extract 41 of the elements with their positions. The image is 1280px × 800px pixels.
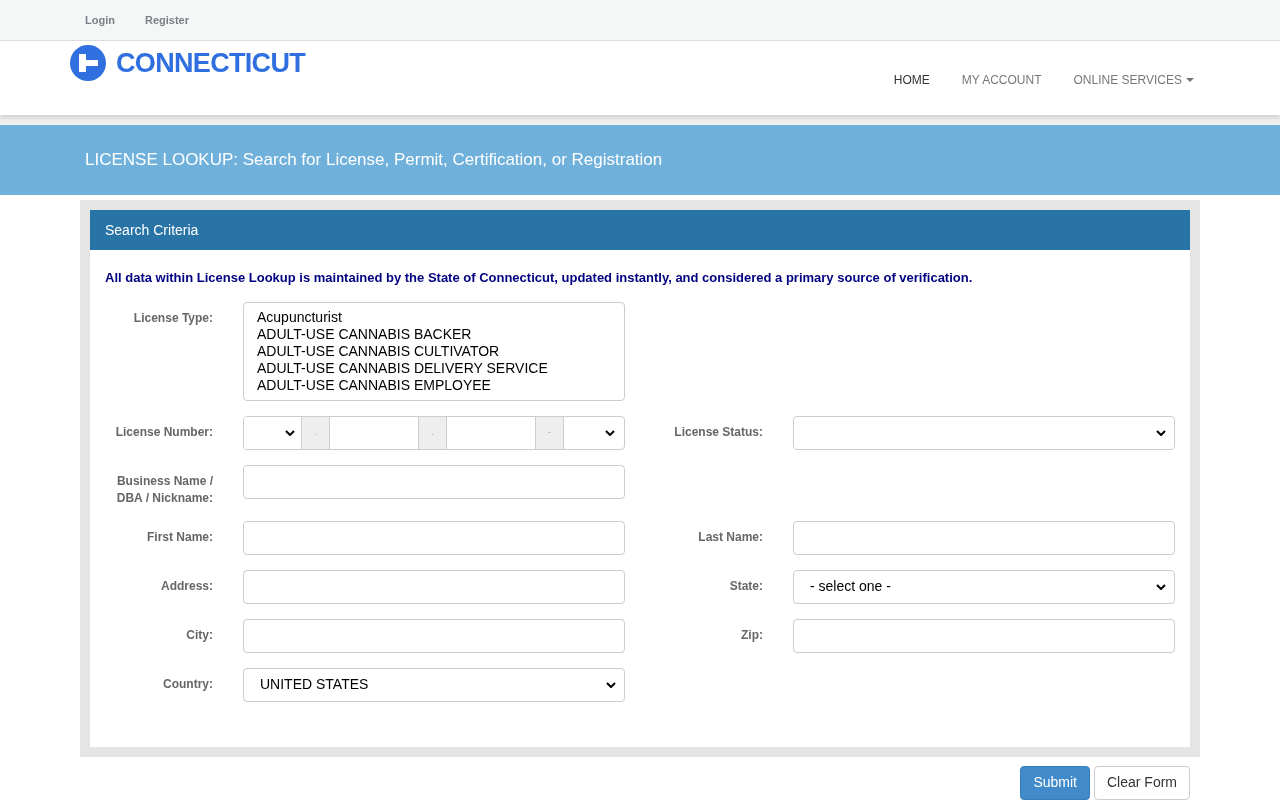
field-label: State: [728,577,763,595]
field-label: Address: [160,577,213,595]
list-option[interactable]: Acupuncturist [257,308,624,326]
input-field[interactable] [793,618,1175,653]
nav-link[interactable]: MY ACCOUNT [961,71,1042,89]
page-title: LICENSE LOOKUP: Search for License, Permit, Certification, or Registration [85,149,663,172]
dropdown[interactable] [793,415,1175,450]
form-button[interactable]: Submit [1020,765,1090,800]
form-button[interactable]: Clear Form [1094,765,1190,800]
top-link[interactable]: Register [144,11,189,29]
field-label: First Name: [145,528,213,546]
panel-title: Search Criteria [105,220,199,240]
list-option[interactable]: ADULT-USE CANNABIS EMPLOYEE [257,376,624,394]
top-link[interactable]: Login [85,11,115,29]
field-label: License Status: [673,423,763,441]
notice-text: All data within License Lookup is maintained by the State of Connecticut, updated instantly, and considered a primary source of verification. [104,269,974,287]
field-label: Country: [162,675,213,693]
dropdown[interactable]: UNITED STATES [243,667,625,702]
input-field[interactable] [243,569,625,604]
field-label: License Type: [132,309,213,327]
list-option[interactable]: ADULT-USE CANNABIS CULTIVATOR [257,342,624,360]
list-option[interactable]: ADULT-USE CANNABIS DELIVERY SERVICE [257,359,624,377]
chevron-icon [606,681,616,688]
nav-link[interactable]: ONLINE SERVICES [1073,71,1194,89]
chevron-icon [1156,583,1166,590]
nav-link[interactable]: HOME [893,71,930,89]
list-option[interactable]: ADULT-USE CANNABIS BACKER [257,325,624,343]
field-label: License Number: [114,423,213,441]
field-label: City: [185,626,213,644]
field-label: Last Name: [697,528,763,546]
logo-text: CONNECTICUT [116,47,306,80]
field-label: Business Name / DBA / Nickname: [115,472,213,507]
logo-icon [70,45,106,81]
input-field[interactable] [243,520,625,555]
input-field[interactable] [793,520,1175,555]
dropdown[interactable]: - select one - [793,569,1175,604]
chevron-icon [1156,429,1166,436]
input-field[interactable] [243,618,625,653]
input-field[interactable] [243,464,625,499]
license-type-list[interactable]: Acupuncturist ADULT-USE CANNABIS BACKER ADULT-USE CANNABIS CULTIVATOR ADULT-USE CANNABIS DELIVERY SERVICE ADULT-USE CANNABIS EMPLOYEE [243,301,625,401]
field-label: Zip: [740,626,763,644]
